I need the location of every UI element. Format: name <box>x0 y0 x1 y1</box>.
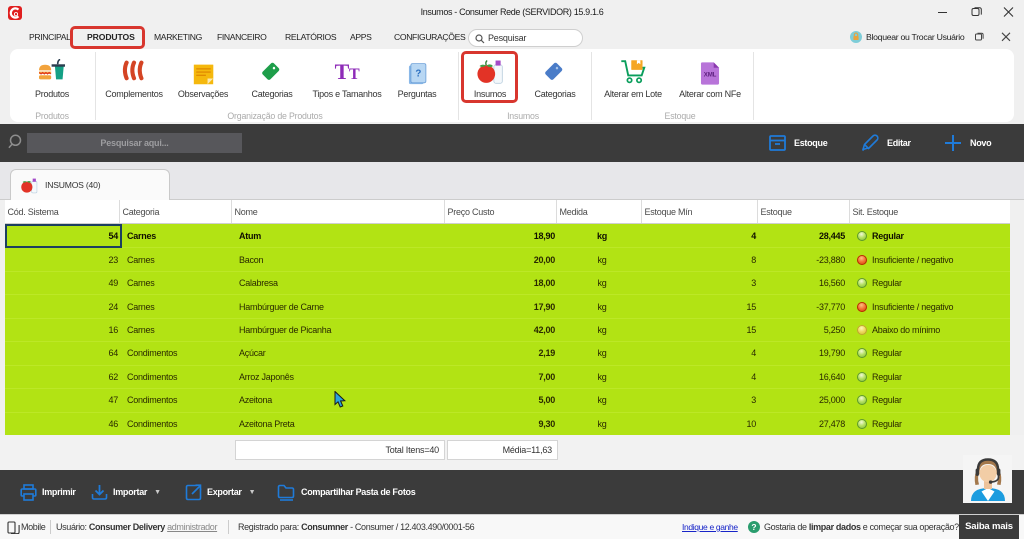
svg-text:XML: XML <box>704 71 717 78</box>
svg-text:?: ? <box>751 522 756 532</box>
svg-text:?: ? <box>415 68 421 79</box>
